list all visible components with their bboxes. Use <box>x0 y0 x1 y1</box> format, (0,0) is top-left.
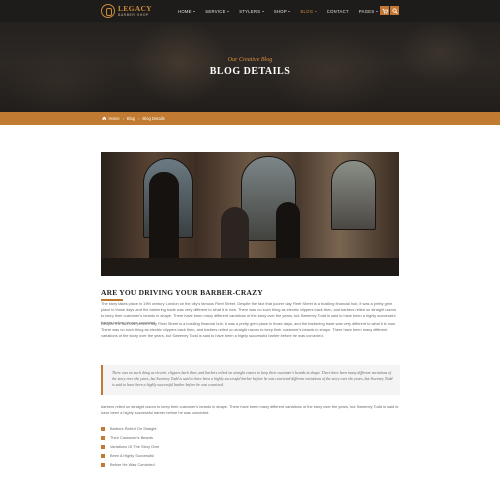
page-title: BLOG DETAILS <box>209 66 291 77</box>
barber-logo-icon <box>101 4 115 18</box>
home-icon <box>102 116 107 121</box>
breadcrumb-separator-icon: › <box>122 116 124 121</box>
article-quote: There was no such thing as electric clip… <box>101 365 400 395</box>
square-bullet-icon <box>101 453 105 458</box>
nav-home[interactable]: HOME <box>178 9 196 14</box>
chevron-down-icon <box>261 10 264 12</box>
blog-article: ARE YOU DRIVING YOUR BARBER-CRAZY The st… <box>101 288 400 467</box>
breadcrumb: Home › Blog › Blog Details <box>102 112 165 125</box>
breadcrumb-current: Blog Details <box>142 116 165 121</box>
chevron-down-icon <box>375 10 378 12</box>
nav-shop[interactable]: SHOP <box>274 9 291 14</box>
square-bullet-icon <box>101 435 105 440</box>
nav-blog[interactable]: BLOG <box>300 9 317 14</box>
site-logo[interactable]: LEGACY BARBER SHOP <box>101 3 152 19</box>
blog-featured-image <box>101 152 399 276</box>
search-button[interactable] <box>390 6 399 15</box>
header-actions <box>380 6 400 15</box>
list-item: Before He Was Convicted <box>101 460 301 469</box>
list-item: Barbers Relied On Straight <box>101 424 301 433</box>
nav-pages[interactable]: PAGES <box>359 9 378 14</box>
chevron-down-icon <box>227 10 230 12</box>
article-paragraph: Despite the fact that present day Fleet … <box>101 321 396 339</box>
article-title: ARE YOU DRIVING YOUR BARBER-CRAZY <box>101 288 263 297</box>
breadcrumb-blog[interactable]: Blog <box>127 116 135 121</box>
chevron-down-icon <box>193 10 196 12</box>
breadcrumb-home[interactable]: Home <box>102 116 120 121</box>
nav-stylers[interactable]: STYLERS <box>239 9 264 14</box>
article-list: Barbers Relied On Straight Their Custome… <box>101 424 301 469</box>
cart-button[interactable] <box>380 6 389 15</box>
top-navbar: LEGACY BARBER SHOP HOME SERVICE STYLERS … <box>0 0 500 22</box>
logo-name: LEGACY <box>118 4 152 13</box>
list-item: Been A Highly Successful <box>101 451 301 460</box>
search-icon <box>391 7 398 14</box>
hero-kicker: Our Creative Blog <box>227 57 273 63</box>
list-item: Their Customer's Beards <box>101 433 301 442</box>
breadcrumb-separator-icon: › <box>138 116 140 121</box>
nav-contact[interactable]: CONTACT <box>327 9 349 14</box>
nav-service[interactable]: SERVICE <box>205 9 230 14</box>
hero-banner: Our Creative Blog BLOG DETAILS <box>0 22 500 112</box>
article-paragraph: barbers relied on straight razors to kee… <box>101 404 399 416</box>
square-bullet-icon <box>101 426 105 431</box>
chevron-down-icon <box>314 10 317 12</box>
square-bullet-icon <box>101 462 105 467</box>
square-bullet-icon <box>101 444 105 449</box>
logo-subtitle: BARBER SHOP <box>118 12 149 17</box>
breadcrumb-bar: Home › Blog › Blog Details <box>0 112 500 125</box>
main-nav: HOME SERVICE STYLERS SHOP BLOG CONTACT P… <box>178 0 388 22</box>
list-item: Variations Of The Story Over <box>101 442 301 451</box>
cart-icon <box>382 8 388 14</box>
chevron-down-icon <box>288 10 291 12</box>
